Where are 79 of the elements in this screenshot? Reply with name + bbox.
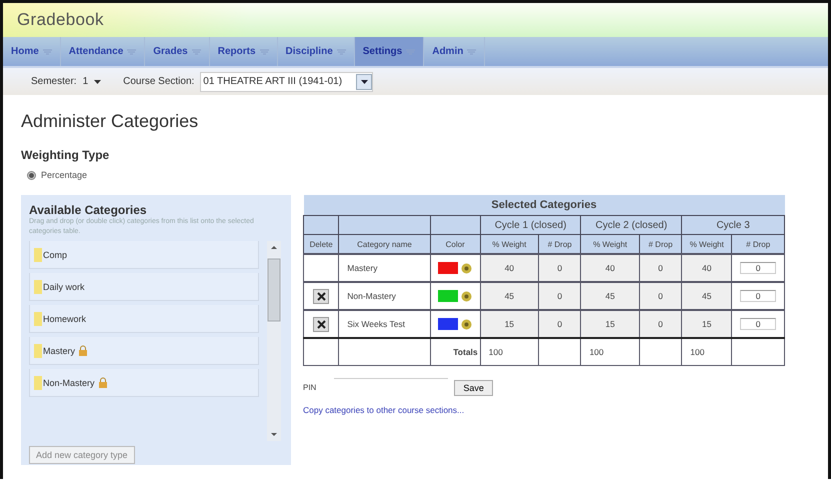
table-cell: 0	[639, 254, 682, 282]
category-item[interactable]: Comp	[29, 241, 259, 269]
table-cell: 0	[639, 310, 682, 338]
delete-button[interactable]	[313, 316, 330, 332]
semester-label: Semester:	[31, 76, 77, 87]
drag-handle-icon	[34, 280, 42, 294]
save-button[interactable]: Save	[454, 380, 493, 396]
column-header: Cycle 1 (closed)	[480, 216, 581, 234]
dropdown-icon	[42, 48, 52, 54]
copy-link[interactable]: Copy categories to other course sections...	[303, 405, 785, 415]
table-cell: Totals	[430, 338, 480, 366]
palette-icon	[461, 318, 472, 330]
caret-icon	[94, 80, 102, 84]
radio-button[interactable]	[27, 170, 36, 180]
header-cell	[304, 216, 339, 234]
palette-icon	[461, 290, 472, 302]
table-cell: 40	[682, 254, 732, 282]
close-icon	[316, 292, 326, 300]
dropdown-icon	[467, 48, 476, 54]
table-cell: 40	[580, 254, 640, 282]
table-cell: 45	[580, 282, 640, 310]
table-title: Selected Categories	[304, 195, 784, 216]
dropdown-icon	[260, 48, 269, 54]
drag-handle-icon	[34, 248, 42, 262]
drag-handle-icon	[34, 344, 42, 358]
section-heading: Weighting Type	[21, 148, 110, 162]
dropdown-icon	[127, 48, 136, 54]
table-cell: 100	[580, 338, 640, 366]
table-cell: Six Weeks Test	[338, 310, 430, 338]
column-header: Cycle 2 (closed)	[580, 216, 682, 234]
input-field[interactable]: 0	[740, 262, 776, 274]
category-item[interactable]: Daily work	[29, 273, 259, 301]
header-cell	[430, 216, 480, 234]
drag-handle-icon	[34, 312, 42, 326]
category-item[interactable]: Homework	[29, 305, 259, 333]
dropdown-icon	[192, 48, 201, 54]
nav-menu[interactable]: Home	[3, 37, 61, 66]
nav-menu[interactable]: Attendance	[60, 37, 146, 66]
course-section-dropdown[interactable]: 01 THEATRE ART III (1941-01)	[200, 72, 374, 92]
input-field[interactable]: 0	[740, 290, 776, 302]
table-cell: 45	[682, 282, 732, 310]
table-cell: 15	[682, 310, 732, 338]
table-cell: 15	[580, 310, 640, 338]
table-cell: 0	[538, 254, 581, 282]
delete-button[interactable]	[313, 288, 330, 304]
color-swatch[interactable]	[438, 290, 458, 302]
table-cell: 100	[480, 338, 538, 366]
page-title: Administer Categories	[21, 111, 200, 132]
nav-menu[interactable]: Reports	[210, 37, 278, 66]
app-logo: Gradebook	[17, 10, 104, 30]
color-swatch[interactable]	[438, 262, 458, 274]
semester-dropdown[interactable]: 1	[82, 76, 102, 87]
category-item[interactable]: Non-Mastery	[29, 369, 259, 397]
table-cell: 0	[538, 282, 581, 310]
course-section-label: Course Section:	[123, 76, 194, 87]
table-cell: 100	[682, 338, 732, 366]
radio-label: Percentage	[41, 170, 88, 180]
category-item[interactable]: Mastery	[29, 337, 259, 365]
nav-menu[interactable]: Admin	[424, 37, 486, 66]
drag-handle-icon	[34, 376, 42, 390]
palette-icon	[461, 262, 472, 274]
pin-label: PIN	[303, 383, 316, 392]
table-cell: 15	[480, 310, 538, 338]
caret-icon	[360, 80, 368, 84]
dropdown-icon	[336, 48, 346, 54]
table-cell: 40	[480, 254, 538, 282]
table-cell: Mastery	[338, 254, 430, 282]
close-icon	[316, 320, 326, 328]
panel-title: Available Categories	[29, 203, 147, 217]
table-cell: 45	[480, 282, 538, 310]
input-field[interactable]: 0	[740, 318, 776, 330]
table-cell: 0	[639, 282, 682, 310]
column-header: Cycle 3	[682, 216, 784, 234]
column-header: Delete	[304, 234, 339, 254]
nav-menu[interactable]: Grades	[145, 37, 210, 66]
nav-menu[interactable]: Settings	[354, 37, 424, 66]
color-swatch[interactable]	[438, 318, 458, 330]
table-cell: Non-Mastery	[338, 282, 430, 310]
table-cell: 0	[538, 310, 581, 338]
